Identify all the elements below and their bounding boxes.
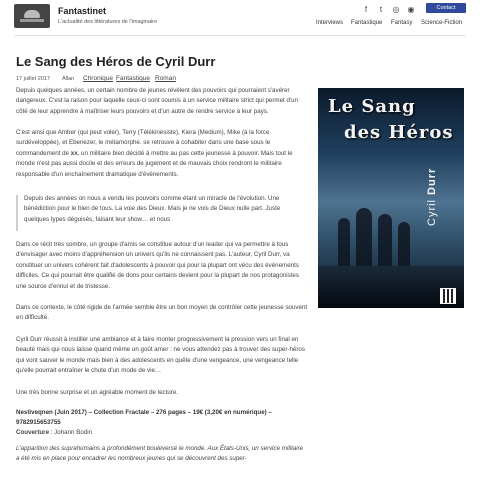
post-title: Le Sang des Héros de Cyril Durr: [16, 54, 216, 69]
cover-title-line-2: des Héros: [344, 122, 454, 143]
cover-title-line-1: Le Sang: [328, 96, 416, 117]
nav-item-science-fiction[interactable]: Science-Fiction: [421, 20, 462, 26]
book-isbn: 9782915653755: [16, 419, 61, 426]
paragraph-characters: C'est ainsi que Amber (qui peut voler), …: [16, 128, 308, 180]
nav-item-interviews[interactable]: Interviews: [316, 20, 343, 26]
twitter-icon[interactable]: t: [376, 5, 386, 14]
cover-figure-3: [378, 214, 392, 272]
paragraph-teaser: L'apparition des suprahumains a profondé…: [16, 445, 304, 463]
logo-book-shape: [20, 19, 44, 22]
cover-credit-artist: : Johann Bodin: [49, 429, 93, 436]
facebook-icon[interactable]: f: [361, 5, 371, 14]
post-author[interactable]: Allan: [62, 76, 74, 82]
commander-name: xx: [70, 149, 78, 157]
category-link-chronique[interactable]: Chronique: [83, 75, 113, 82]
contact-button[interactable]: Contact: [426, 3, 466, 13]
cover-figure-2: [356, 208, 372, 272]
category-link-roman[interactable]: Roman: [155, 75, 176, 82]
rss-icon[interactable]: ◉: [406, 5, 416, 14]
blockquote: Depuis des années on nous a vendu les po…: [24, 195, 281, 223]
book-info: Nestiveqnen (Juin 2017) – Collection Fra…: [16, 409, 272, 416]
cover-figure-4: [398, 222, 410, 270]
cover-credit: Couverture : Johann Bodin: [16, 428, 92, 438]
post-date: 17 juillet 2017: [16, 76, 50, 82]
paragraph-verdict: Une très bonne surprise et un agréable m…: [16, 389, 178, 396]
nav-item-fantasy[interactable]: Fantasy: [391, 20, 412, 26]
nav-item-fantastique[interactable]: Fantastique: [351, 20, 382, 26]
paragraph-intro: Depuis quelques années, un certain nombr…: [16, 87, 298, 115]
paragraph-context: Dans ce contexte, le côté rigide de l'ar…: [16, 304, 308, 322]
paragraph-conclusion: Cyril Durr réussit à instiller une ambia…: [16, 336, 305, 375]
site-logo[interactable]: [14, 4, 50, 28]
cover-qr-code: [440, 288, 456, 304]
cover-figure-1: [338, 218, 350, 268]
header-divider: [14, 35, 466, 36]
category-link-fantastique[interactable]: Fantastique: [116, 75, 150, 82]
cover-credit-label: Couverture: [16, 429, 50, 436]
paragraph-review: Dans ce récit très sombre, un groupe d'a…: [16, 241, 299, 290]
book-cover-image: Le Sang des Héros Cyril Durr: [318, 88, 464, 308]
cover-author-last: Durr: [426, 167, 438, 195]
logo-lamp-shape: [24, 10, 40, 18]
cover-author: Cyril Durr: [426, 166, 438, 226]
cover-author-first: Cyril: [426, 199, 438, 226]
site-tagline: L'actualité des littératures de l'imagin…: [58, 19, 158, 25]
instagram-icon[interactable]: ◎: [391, 5, 401, 14]
site-title[interactable]: Fantastinet: [58, 6, 106, 16]
